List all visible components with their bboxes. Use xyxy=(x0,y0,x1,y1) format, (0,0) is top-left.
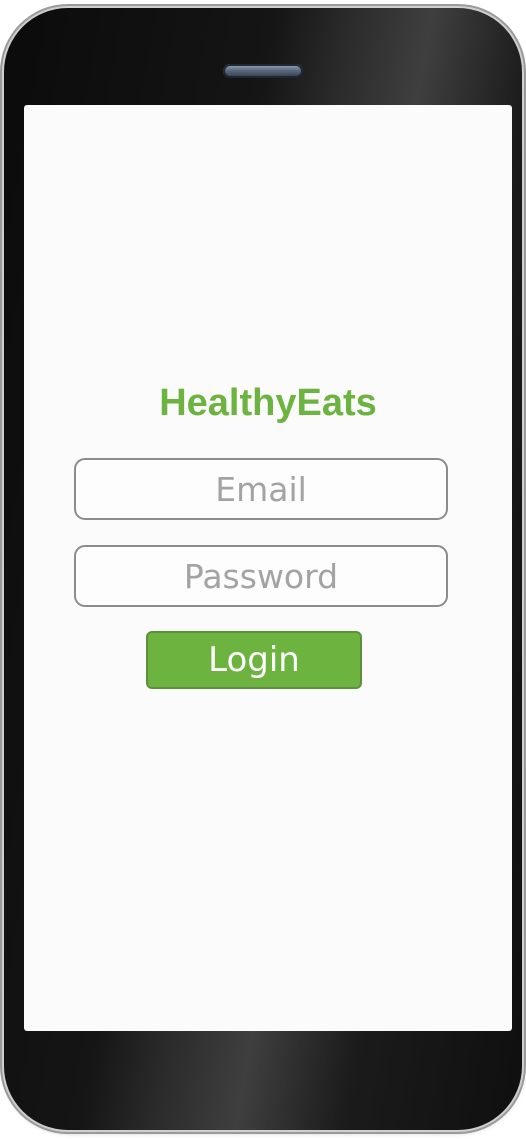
email-placeholder: Email xyxy=(215,469,307,509)
login-button[interactable]: Login xyxy=(146,631,362,689)
login-button-label: Login xyxy=(208,640,300,680)
phone-frame: HealthyEats Email Password Login xyxy=(4,8,522,1130)
password-field[interactable]: Password xyxy=(74,545,448,607)
earpiece-speaker xyxy=(223,64,303,78)
email-field[interactable]: Email xyxy=(74,458,448,520)
password-placeholder: Password xyxy=(183,556,339,596)
app-title: HealthyEats xyxy=(159,382,377,424)
phone-screen: HealthyEats Email Password Login xyxy=(24,105,512,1031)
